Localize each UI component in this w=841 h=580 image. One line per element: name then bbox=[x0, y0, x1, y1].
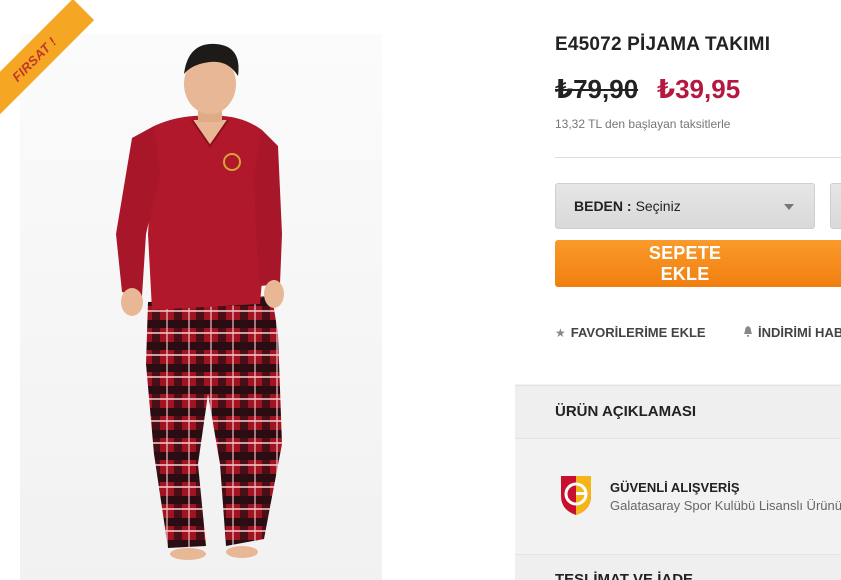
divider bbox=[555, 157, 841, 158]
product-description-heading: ÜRÜN AÇIKLAMASI bbox=[555, 403, 697, 420]
size-select[interactable]: BEDEN : Seçiniz bbox=[555, 183, 815, 229]
price-drop-alert-label: İNDİRİMİ HABER bbox=[758, 325, 841, 340]
product-image-area: FIRSAT ! bbox=[0, 0, 515, 580]
price-drop-alert-link[interactable]: İNDİRİMİ HABER bbox=[743, 325, 841, 340]
add-to-favorites-link[interactable]: ★ FAVORİLERİME EKLE bbox=[555, 325, 706, 340]
add-to-favorites-label: FAVORİLERİME EKLE bbox=[570, 325, 706, 340]
license-info: Galatasaray Spor Kulübü Lisanslı Ürünü bbox=[610, 498, 841, 513]
product-info-panel: E45072 PİJAMA TAKIMI ₺79,90 ₺39,95 13,32… bbox=[515, 0, 841, 580]
delivery-returns-toggle[interactable]: TESLİMAT VE İADE bbox=[515, 554, 841, 580]
color-select[interactable] bbox=[830, 183, 841, 229]
product-summary: E45072 PİJAMA TAKIMI ₺79,90 ₺39,95 13,32… bbox=[515, 0, 841, 384]
bell-icon bbox=[743, 325, 753, 340]
sale-price: ₺39,95 bbox=[657, 74, 741, 104]
product-photo[interactable] bbox=[20, 34, 382, 580]
secure-shopping-box: GÜVENLİ ALIŞVERİŞ Galatasaray Spor Kulüb… bbox=[515, 440, 841, 554]
add-to-cart-button[interactable]: SEPETE EKLE bbox=[555, 240, 841, 287]
galatasaray-logo bbox=[561, 476, 591, 515]
star-icon: ★ bbox=[555, 325, 566, 340]
installment-info: 13,32 TL den başlayan taksitlerle bbox=[555, 117, 731, 131]
secure-shopping-title: GÜVENLİ ALIŞVERİŞ bbox=[610, 480, 740, 495]
product-description-toggle[interactable]: ÜRÜN AÇIKLAMASI bbox=[515, 385, 841, 439]
delivery-returns-heading: TESLİMAT VE İADE bbox=[555, 571, 694, 580]
size-select-label: BEDEN : bbox=[574, 198, 632, 214]
old-price: ₺79,90 bbox=[555, 74, 639, 104]
size-select-value: Seçiniz bbox=[635, 198, 681, 214]
product-title: E45072 PİJAMA TAKIMI bbox=[555, 34, 771, 55]
caret-down-icon bbox=[784, 204, 794, 210]
